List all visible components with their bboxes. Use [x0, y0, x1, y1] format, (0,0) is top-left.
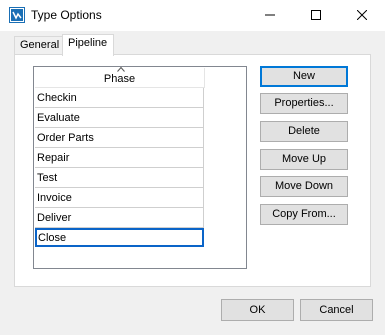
list-item[interactable]: Test [35, 168, 204, 188]
list-item[interactable]: Repair [35, 148, 204, 168]
minimize-button[interactable] [247, 0, 293, 31]
list-item[interactable]: Order Parts [35, 128, 204, 148]
list-item[interactable]: Checkin [35, 88, 204, 108]
maximize-button[interactable] [293, 0, 339, 31]
window-title: Type Options [31, 8, 102, 22]
close-button[interactable] [339, 0, 385, 31]
tab-pipeline[interactable]: Pipeline [62, 34, 114, 56]
phase-column-header[interactable]: Phase [35, 66, 205, 88]
title-bar: Type Options [0, 0, 385, 31]
tab-strip: General Pipeline [0, 34, 385, 56]
properties-button[interactable]: Properties... [260, 93, 348, 114]
phase-column-label: Phase [103, 73, 136, 85]
phase-list-body: Checkin Evaluate Order Parts Repair Test… [35, 88, 246, 247]
list-item[interactable]: Invoice [35, 188, 204, 208]
sort-ascending-icon [117, 66, 125, 74]
list-item[interactable]: Deliver [35, 208, 204, 228]
list-item[interactable]: Evaluate [35, 108, 204, 128]
ok-button[interactable]: OK [221, 299, 294, 321]
app-icon [9, 7, 25, 23]
type-options-dialog: Type Options General Pipeline Phase Chec… [0, 0, 385, 335]
move-down-button[interactable]: Move Down [260, 176, 348, 197]
new-button[interactable]: New [260, 66, 348, 87]
cancel-button[interactable]: Cancel [300, 299, 373, 321]
minimize-icon [265, 9, 275, 23]
maximize-icon [311, 9, 321, 23]
phase-list[interactable]: Phase Checkin Evaluate Order Parts Repai… [33, 66, 247, 269]
list-item-selected[interactable]: Close [35, 228, 204, 247]
delete-button[interactable]: Delete [260, 121, 348, 142]
move-up-button[interactable]: Move Up [260, 149, 348, 170]
copy-from-button[interactable]: Copy From... [260, 204, 348, 225]
tab-general[interactable]: General [14, 36, 63, 55]
close-icon [356, 9, 368, 23]
